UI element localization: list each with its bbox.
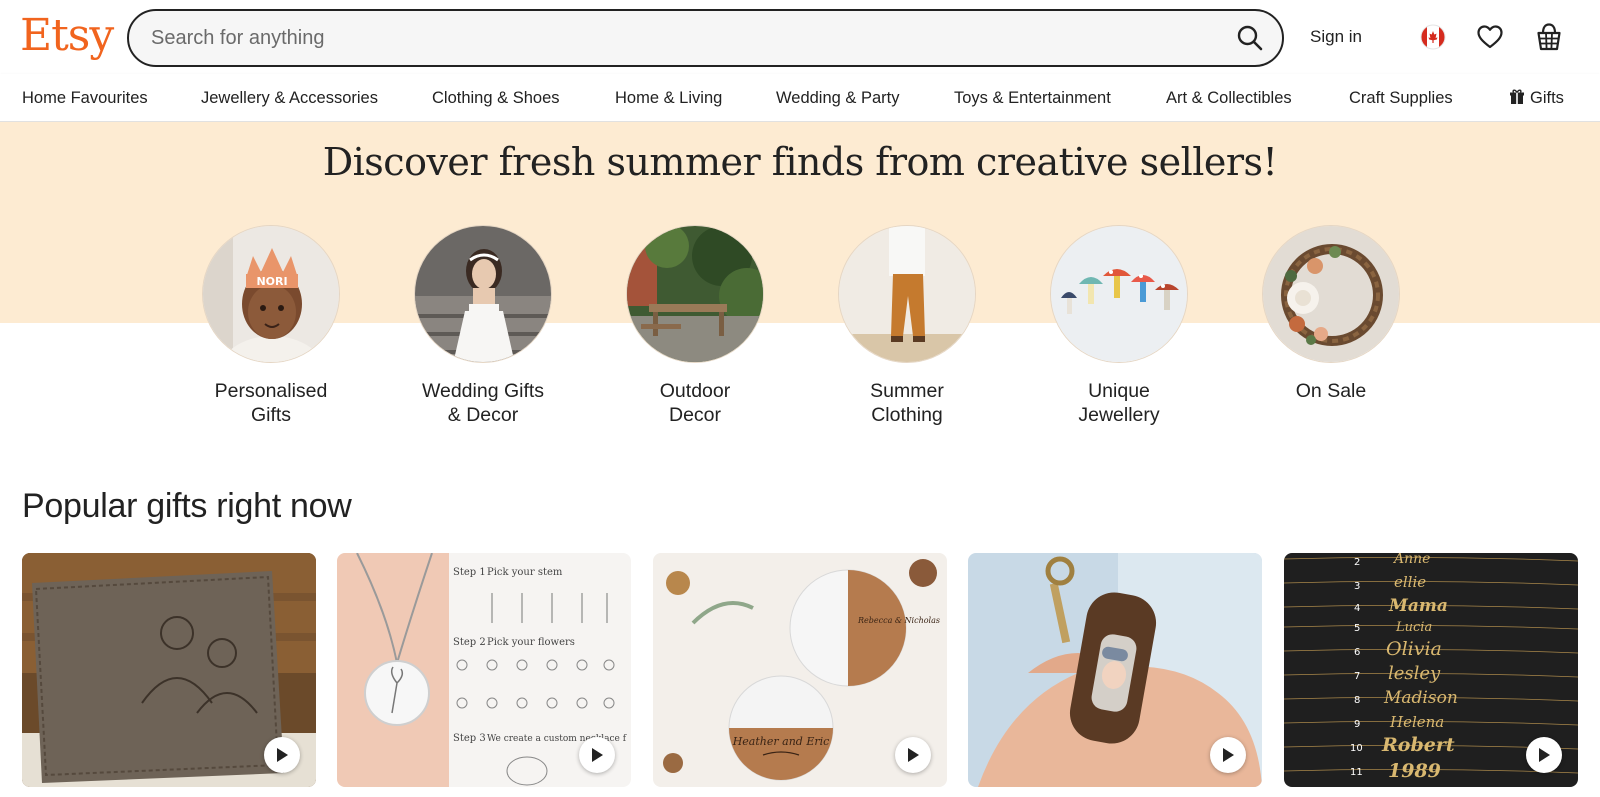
script-name: Olivia [1386,638,1442,660]
label-line-2: Decor [668,404,722,426]
hero-title: Discover fresh summer finds from creativ… [322,140,1278,184]
script-name: Madison [1383,688,1458,708]
script-name: Robert [1381,734,1455,756]
script-name: ellie [1394,573,1426,591]
category-on-sale[interactable]: On Sale [1241,225,1421,403]
category-personalised-gifts[interactable]: NORI Personalised Gifts [181,225,361,427]
etsy-logo[interactable]: Etsy [20,9,114,63]
basket-icon [1537,23,1561,51]
category-label: Personalised Gifts [181,379,361,427]
product-card-keychain[interactable] [968,553,1262,787]
step3-label: Step 3 [453,733,486,744]
list-number: 11 [1350,767,1363,778]
label-line-1: Summer [870,380,944,402]
script-name: Helena [1389,713,1444,731]
region-button[interactable] [1414,18,1452,56]
list-number: 5 [1354,623,1360,634]
nav-home-living[interactable]: Home & Living [615,87,722,109]
search-input[interactable] [151,11,1191,65]
search-icon [1237,25,1263,51]
nav-craft-supplies[interactable]: Craft Supplies [1349,87,1453,109]
heart-icon [1477,25,1503,49]
site-header: Etsy Sign in [0,0,1600,74]
script-name: Mama [1388,596,1448,616]
category-image: NORI [202,225,340,363]
search-button[interactable] [1228,16,1272,60]
category-wedding-gifts-decor[interactable]: Wedding Gifts & Decor [393,225,573,427]
nav-gifts[interactable]: Gifts [1510,87,1564,109]
label-line-2: Gifts [250,404,292,426]
script-name: lesley [1388,663,1441,684]
script-name: Anne [1392,553,1430,567]
category-image [626,225,764,363]
category-unique-jewellery[interactable]: Unique Jewellery [1029,225,1209,427]
crown-text: NORI [256,275,287,288]
category-label: Outdoor Decor [605,379,785,427]
label-line-1: Outdoor [659,380,731,402]
sign-in-link[interactable]: Sign in [1310,22,1362,52]
nav-wedding-party[interactable]: Wedding & Party [776,87,900,109]
product-card-name-necklaces[interactable]: 2 3 4 5 6 7 8 9 10 11 Anne ellie Mama Lu… [1284,553,1578,787]
category-summer-clothing[interactable]: Summer Clothing [817,225,997,427]
step1-label: Step 1 [453,567,486,578]
category-image [414,225,552,363]
play-video-button[interactable] [895,737,931,773]
coaster-text-2: Heather and Eric [732,735,830,748]
nav-home-favourites[interactable]: Home Favourites [22,87,148,109]
category-label: Unique Jewellery [1029,379,1209,427]
list-number: 7 [1354,671,1360,682]
step2-text: Pick your flowers [487,637,575,648]
script-name: Lucia [1395,620,1432,635]
category-image [1050,225,1188,363]
play-icon [277,748,288,762]
popular-gifts-title: Popular gifts right now [22,487,352,525]
play-video-button[interactable] [1526,737,1562,773]
category-nav: Home Favourites Jewellery & Accessories … [0,74,1600,122]
canada-flag-icon [1420,24,1446,50]
list-number: 4 [1354,603,1360,614]
product-card-wallet[interactable] [22,553,316,787]
coaster-text-1: Rebecca & Nicholas [857,616,940,625]
play-video-button[interactable] [264,737,300,773]
list-number: 8 [1354,695,1360,706]
category-label: On Sale [1241,379,1421,403]
list-number: 3 [1354,581,1360,592]
play-icon [1223,748,1234,762]
script-name: 1989 [1388,760,1441,782]
product-card-coasters[interactable]: Rebecca & Nicholas Heather and Eric [653,553,947,787]
label-line-1: Personalised [214,380,328,402]
play-icon [592,748,603,762]
play-video-button[interactable] [579,737,615,773]
nav-toys-entertainment[interactable]: Toys & Entertainment [954,87,1111,109]
product-card-necklace[interactable]: Step 1 Pick your stem Step 2 Pick your f… [337,553,631,787]
category-label: Wedding Gifts & Decor [393,379,573,427]
category-label: Summer Clothing [817,379,997,427]
label-line-1: On Sale [1295,380,1367,402]
label-line-2: Jewellery [1078,404,1160,426]
category-image [838,225,976,363]
label-line-1: Wedding Gifts [421,380,545,402]
play-icon [1539,748,1550,762]
play-icon [908,748,919,762]
list-number: 2 [1354,557,1360,568]
nav-jewellery-accessories[interactable]: Jewellery & Accessories [201,87,378,109]
list-number: 10 [1350,743,1363,754]
category-outdoor-decor[interactable]: Outdoor Decor [605,225,785,427]
gift-icon [1510,89,1524,104]
label-line-2: Clothing [871,404,943,426]
play-video-button[interactable] [1210,737,1246,773]
search-bar [127,9,1284,67]
nav-art-collectibles[interactable]: Art & Collectibles [1166,87,1292,109]
label-line-2: & Decor [447,404,519,426]
nav-gifts-label: Gifts [1530,89,1564,107]
cart-button[interactable] [1530,18,1568,56]
list-number: 9 [1354,719,1360,730]
category-image [1262,225,1400,363]
step2-label: Step 2 [453,637,486,648]
nav-clothing-shoes[interactable]: Clothing & Shoes [432,87,560,109]
favourites-button[interactable] [1471,18,1509,56]
label-line-1: Unique [1088,380,1150,402]
step1-text: Pick your stem [487,567,563,578]
list-number: 6 [1354,647,1360,658]
